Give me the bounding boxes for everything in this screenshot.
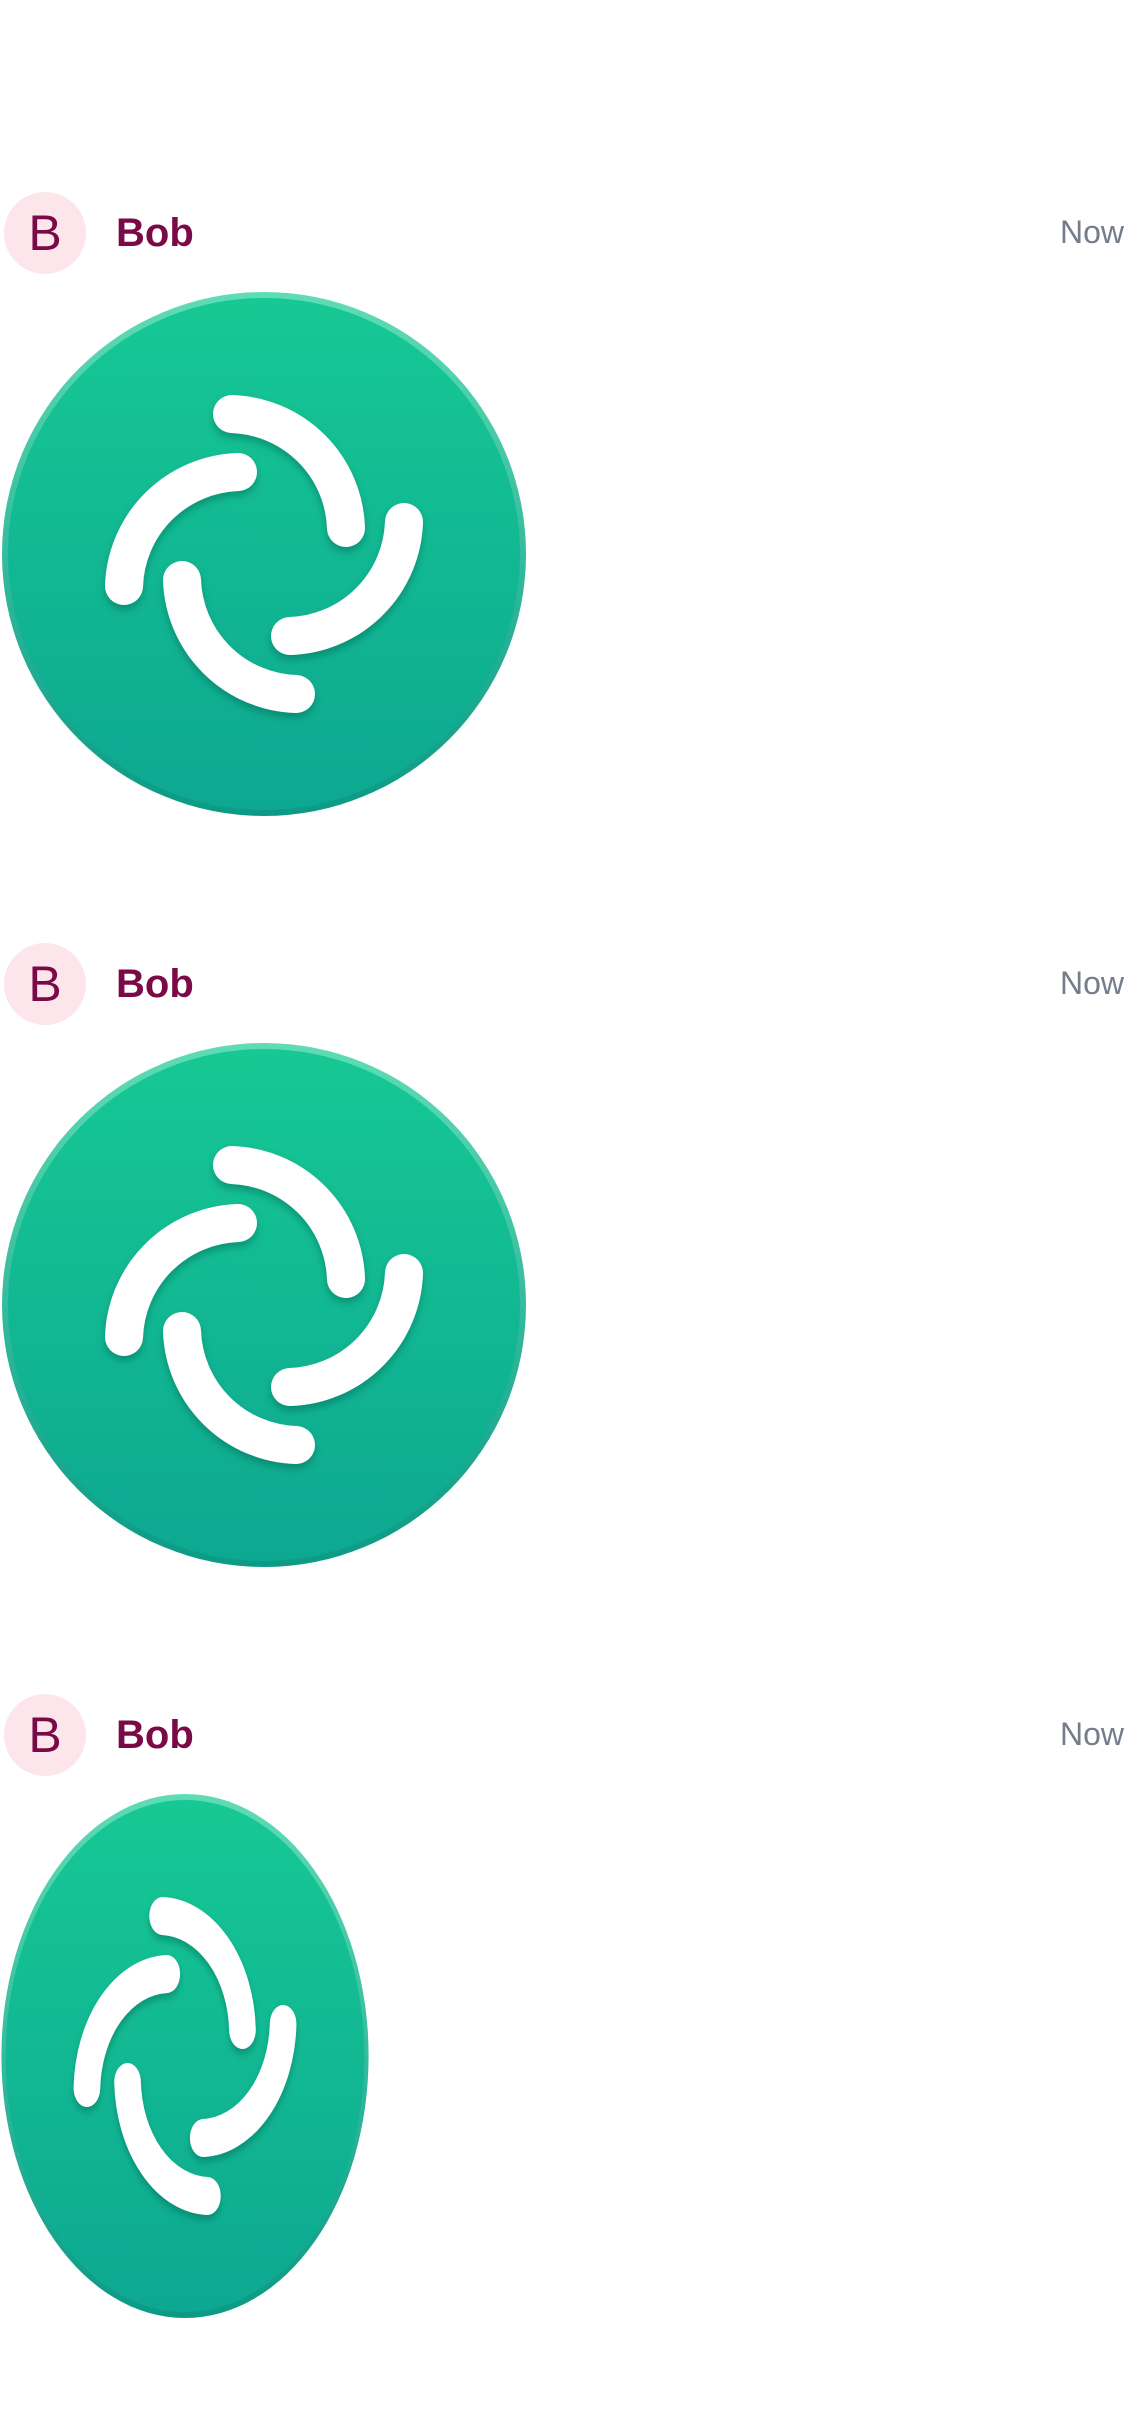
message-3: B Bob Now: [0, 1694, 1125, 2334]
image-attachment[interactable]: [0, 1792, 370, 2320]
image-attachment[interactable]: [0, 290, 528, 818]
element-logo-icon: [2, 1043, 526, 1567]
timestamp: Now: [1059, 1716, 1124, 1752]
sender-name[interactable]: Bob: [116, 960, 194, 1008]
sender-name[interactable]: Bob: [116, 209, 194, 257]
sender-name[interactable]: Bob: [116, 1711, 194, 1759]
timestamp: Now: [1059, 214, 1124, 250]
message-1: B Bob Now: [0, 192, 1125, 832]
timestamp: Now: [1059, 965, 1124, 1001]
avatar[interactable]: B: [4, 1694, 86, 1776]
avatar[interactable]: B: [4, 192, 86, 274]
element-logo-icon: [2, 292, 526, 816]
avatar[interactable]: B: [4, 943, 86, 1025]
message-2: B Bob Now: [0, 943, 1125, 1583]
image-attachment[interactable]: [0, 1041, 528, 1569]
element-logo-icon: [1, 1794, 369, 2318]
